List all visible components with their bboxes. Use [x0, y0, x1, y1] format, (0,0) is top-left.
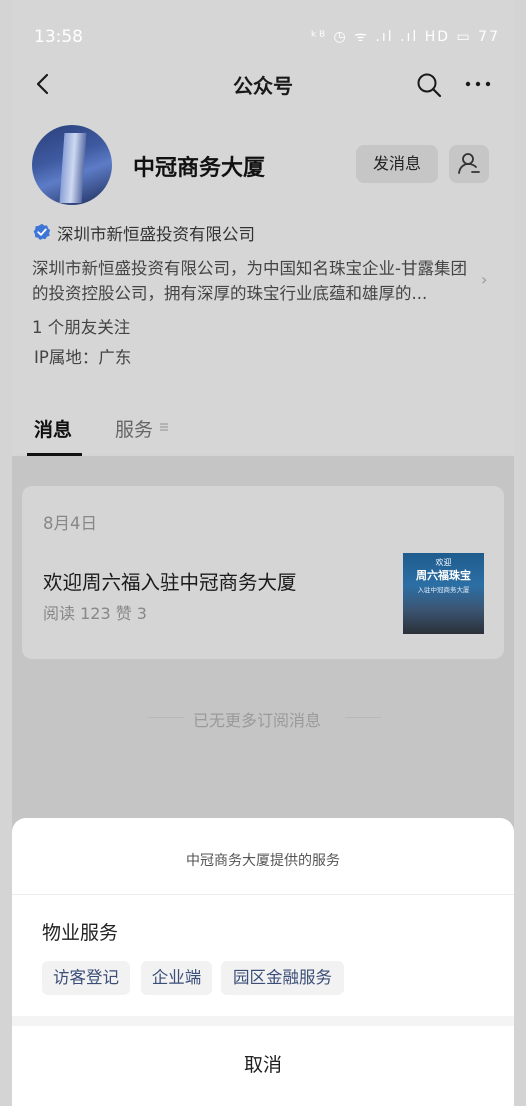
- article-date: 8月4日: [43, 514, 97, 533]
- follow-button[interactable]: [449, 145, 489, 183]
- account-name: 中冠商务大厦: [133, 156, 266, 181]
- divider-right: [345, 717, 381, 718]
- status-time: 13:58: [34, 27, 83, 47]
- sheet-section-gap: [12, 1016, 514, 1026]
- divider-left: [148, 717, 184, 718]
- more-icon[interactable]: [464, 72, 492, 96]
- article-card[interactable]: 8月4日 欢迎周六福入驻中冠商务大厦 阅读 123 赞 3 欢迎 周六福珠宝 入…: [22, 486, 504, 659]
- person-settings-icon: [458, 153, 480, 174]
- services-bottom-sheet: 中冠商务大厦提供的服务 物业服务 访客登记 企业端 园区金融服务 取消: [12, 818, 514, 1106]
- no-more-messages-text: 已无更多订阅消息: [193, 711, 322, 730]
- send-message-button[interactable]: 发消息: [356, 145, 438, 183]
- account-description[interactable]: 深圳市新恒盛投资有限公司，为中国知名珠宝企业-甘露集团的投资控股公司，拥有深厚的…: [32, 256, 477, 306]
- sheet-title: 中冠商务大厦提供的服务: [186, 853, 340, 869]
- search-icon[interactable]: [416, 72, 442, 98]
- service-chip-enterprise[interactable]: 企业端: [141, 961, 212, 995]
- chevron-right-icon[interactable]: ›: [481, 270, 487, 289]
- thumbnail-text-2: 周六福珠宝: [416, 569, 471, 582]
- verified-badge-icon: [33, 223, 51, 240]
- sheet-divider: [12, 894, 514, 895]
- nav-bar: 公众号: [12, 60, 514, 110]
- tab-messages[interactable]: 消息: [34, 415, 72, 442]
- tab-bar: 消息 服务: [12, 410, 514, 456]
- menu-lines-icon: [160, 423, 168, 431]
- article-stats: 阅读 123 赞 3: [43, 604, 147, 623]
- article-title[interactable]: 欢迎周六福入驻中冠商务大厦: [43, 566, 297, 595]
- article-thumbnail[interactable]: 欢迎 周六福珠宝 入驻中冠商务大厦: [403, 553, 484, 634]
- status-bar: 13:58 ᵏᴮ ◷ ᯤ .ıl .ıl HD ▭ 77: [12, 22, 514, 52]
- service-group-title: 物业服务: [42, 922, 119, 944]
- friends-following[interactable]: 1 个朋友关注: [32, 314, 130, 338]
- screen: 13:58 ᵏᴮ ◷ ᯤ .ıl .ıl HD ▭ 77 公众号 中冠商务大厦 …: [0, 0, 526, 1106]
- avatar-building-image: [59, 133, 87, 203]
- account-avatar[interactable]: [32, 125, 112, 205]
- ip-location: IP属地：广东: [34, 348, 132, 367]
- verified-company-name[interactable]: 深圳市新恒盛投资有限公司: [57, 221, 255, 245]
- cancel-button[interactable]: 取消: [12, 1050, 514, 1077]
- tab-services[interactable]: 服务: [115, 415, 153, 442]
- service-chip-park-finance[interactable]: 园区金融服务: [221, 961, 344, 995]
- status-icons: ᵏᴮ ◷ ᯤ .ıl .ıl HD ▭ 77: [311, 29, 500, 45]
- service-chip-visitor-registration[interactable]: 访客登记: [42, 961, 130, 995]
- thumbnail-text-3: 入驻中冠商务大厦: [417, 586, 470, 594]
